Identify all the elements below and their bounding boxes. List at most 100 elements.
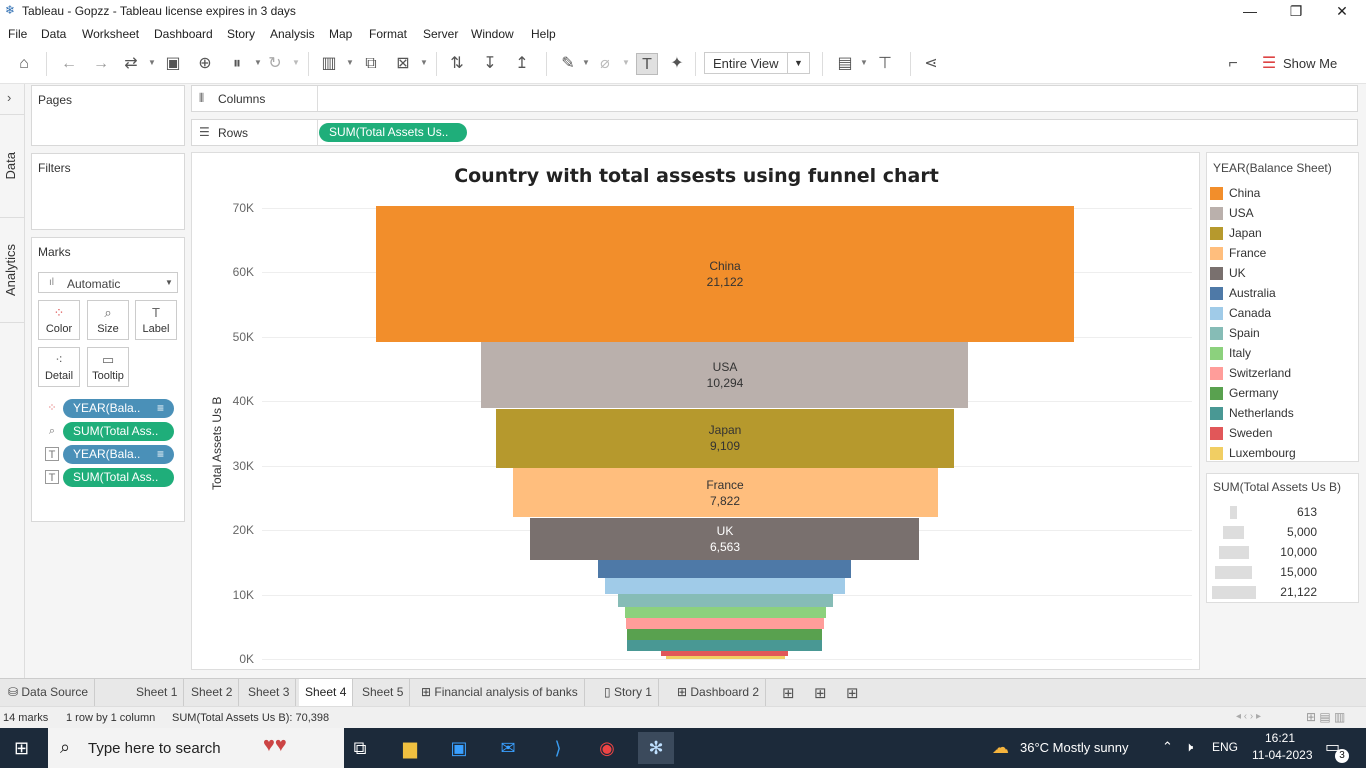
format-painter-icon[interactable]: ⌐ — [1222, 53, 1244, 75]
legend-item-sweden[interactable]: Sweden — [1210, 425, 1355, 443]
group-icon[interactable]: ⌀ — [594, 53, 616, 75]
vscode-icon[interactable]: ⟩ — [540, 732, 576, 764]
menu-story[interactable]: Story — [227, 27, 255, 41]
pages-shelf[interactable]: Pages — [31, 85, 185, 146]
mail-icon[interactable]: ✉ — [490, 732, 526, 764]
tab-sheet-5[interactable]: Sheet 5 — [356, 679, 411, 706]
store-icon[interactable]: ▣ — [441, 732, 477, 764]
expand-panel-icon[interactable]: › — [7, 90, 11, 105]
tab-sheet-1[interactable]: Sheet 1 — [130, 679, 185, 706]
file-explorer-icon[interactable]: ▆ — [392, 732, 428, 764]
funnel-bar-netherlands[interactable] — [627, 640, 822, 651]
view-mode-icon[interactable]: ⊞ ▤ ▥ — [1306, 710, 1345, 724]
legend-item-japan[interactable]: Japan — [1210, 225, 1355, 243]
mark-type-dropdown[interactable]: ıl Automatic ▼ — [38, 272, 178, 293]
chevron-up-icon[interactable]: ⌃ — [1162, 739, 1173, 755]
legend-item-luxembourg[interactable]: Luxembourg — [1210, 445, 1355, 463]
menu-data[interactable]: Data — [41, 27, 66, 41]
menu-format[interactable]: Format — [369, 27, 407, 41]
tab-sheet-3[interactable]: Sheet 3 — [242, 679, 297, 706]
home-icon[interactable]: ⌂ — [13, 53, 35, 75]
tab-data[interactable]: Data — [3, 152, 18, 179]
legend-item-canada[interactable]: Canada — [1210, 305, 1355, 323]
volume-icon[interactable]: 🕨 — [1185, 739, 1193, 755]
share-icon[interactable]: ⋖ — [920, 53, 942, 75]
legend-item-usa[interactable]: USA — [1210, 205, 1355, 223]
swap-icon[interactable]: ⇅ — [446, 53, 468, 75]
tab-dashboard-2[interactable]: ⊞ Dashboard 2 — [671, 679, 767, 706]
chevron-down-icon[interactable]: ▼ — [582, 58, 590, 67]
fit-dropdown[interactable]: Entire View ▼ — [704, 52, 810, 74]
legend-item-switzerland[interactable]: Switzerland — [1210, 365, 1355, 383]
sort-descending-icon[interactable]: ↥ — [511, 53, 533, 75]
size-button[interactable]: ⌕ Size — [87, 300, 129, 340]
menu-dashboard[interactable]: Dashboard — [154, 27, 213, 41]
pill-sum-label[interactable]: SUM(Total Ass.. — [63, 468, 174, 487]
funnel-bar-italy[interactable] — [625, 607, 826, 618]
navigation-arrows-icon[interactable]: ◂ ‹ › ▸ — [1236, 711, 1261, 722]
clock-time[interactable]: 16:21 — [1265, 731, 1295, 745]
color-button[interactable]: ⁘ Color — [38, 300, 80, 340]
clear-sheet-icon[interactable]: ⊠ — [392, 53, 414, 75]
show-me-icon[interactable]: ☰ — [1258, 53, 1280, 75]
chevron-down-icon[interactable]: ▼ — [622, 58, 630, 67]
restore-button[interactable]: ❐ — [1273, 0, 1319, 23]
sort-ascending-icon[interactable]: ↧ — [479, 53, 501, 75]
presentation-mode-icon[interactable]: ⊤ — [874, 53, 896, 75]
menu-file[interactable]: File — [8, 27, 27, 41]
new-worksheet-icon[interactable]: ▥ — [318, 53, 340, 75]
pin-icon[interactable]: ✦ — [666, 53, 688, 75]
chevron-down-icon[interactable]: ▼ — [346, 58, 354, 67]
legend-item-france[interactable]: France — [1210, 245, 1355, 263]
funnel-bar-spain[interactable] — [618, 594, 833, 607]
filters-shelf[interactable]: Filters — [31, 153, 185, 230]
legend-item-uk[interactable]: UK — [1210, 265, 1355, 283]
new-datasource-icon[interactable]: ⊕ — [194, 53, 216, 75]
tab-data-source[interactable]: ⛁ Data Source — [2, 679, 96, 706]
task-view-icon[interactable]: ⧉ — [342, 732, 378, 764]
menu-window[interactable]: Window — [471, 27, 514, 41]
save-icon[interactable]: ▣ — [162, 53, 184, 75]
chevron-down-icon[interactable]: ▼ — [860, 58, 868, 67]
rows-shelf[interactable]: ☰ Rows SUM(Total Assets Us.. — [191, 119, 1358, 146]
tab-story-1[interactable]: ▯ Story 1 — [598, 679, 659, 706]
show-labels-icon[interactable]: T — [636, 53, 658, 75]
funnel-bar-germany[interactable] — [627, 629, 822, 640]
legend-item-australia[interactable]: Australia — [1210, 285, 1355, 303]
legend-item-italy[interactable]: Italy — [1210, 345, 1355, 363]
menu-worksheet[interactable]: Worksheet — [82, 27, 139, 41]
tab-financial-analysis[interactable]: ⊞ Financial analysis of banks — [415, 679, 585, 706]
pill-sum-size[interactable]: SUM(Total Ass.. — [63, 422, 174, 441]
tableau-app-icon[interactable]: ✻ — [638, 732, 674, 764]
funnel-bar-sweden[interactable] — [661, 651, 788, 656]
tab-sheet-2[interactable]: Sheet 2 — [185, 679, 240, 706]
chevron-down-icon[interactable]: ▼ — [420, 58, 428, 67]
tooltip-button[interactable]: ▭ Tooltip — [87, 347, 129, 387]
chevron-down-icon[interactable]: ▼ — [148, 58, 156, 67]
detail-button[interactable]: ⁖ Detail — [38, 347, 80, 387]
refresh-icon[interactable]: ↻ — [264, 53, 286, 75]
pill-year-label[interactable]: YEAR(Bala.. ≡ — [63, 445, 174, 464]
legend-item-netherlands[interactable]: Netherlands — [1210, 405, 1355, 423]
columns-shelf[interactable]: ⫴ Columns — [191, 85, 1358, 112]
legend-item-spain[interactable]: Spain — [1210, 325, 1355, 343]
chrome-icon[interactable]: ◉ — [589, 732, 625, 764]
minimize-button[interactable]: — — [1227, 0, 1273, 23]
clock-date[interactable]: 11-04-2023 — [1252, 748, 1313, 762]
replay-icon[interactable]: ⇄ — [120, 53, 142, 75]
new-dashboard-icon[interactable]: ⊞ — [814, 684, 827, 702]
taskbar-search[interactable]: ⌕ Type here to search ♥♥ — [48, 728, 344, 768]
pause-updates-icon[interactable]: ⏸ — [226, 53, 248, 75]
tab-sheet-4[interactable]: Sheet 4 — [299, 679, 354, 706]
funnel-bar-canada[interactable] — [605, 578, 845, 594]
show-cards-icon[interactable]: ▤ — [834, 53, 856, 75]
redo-icon[interactable]: → — [90, 53, 112, 75]
menu-server[interactable]: Server — [423, 27, 458, 41]
funnel-bar-switzerland[interactable] — [626, 618, 824, 629]
weather-text[interactable]: 36°C Mostly sunny — [1020, 740, 1129, 755]
funnel-bar-australia[interactable] — [598, 560, 851, 578]
chevron-down-icon[interactable]: ▼ — [254, 58, 262, 67]
show-me-button[interactable]: Show Me — [1283, 56, 1337, 71]
legend-item-germany[interactable]: Germany — [1210, 385, 1355, 403]
close-button[interactable]: ✕ — [1319, 0, 1365, 23]
